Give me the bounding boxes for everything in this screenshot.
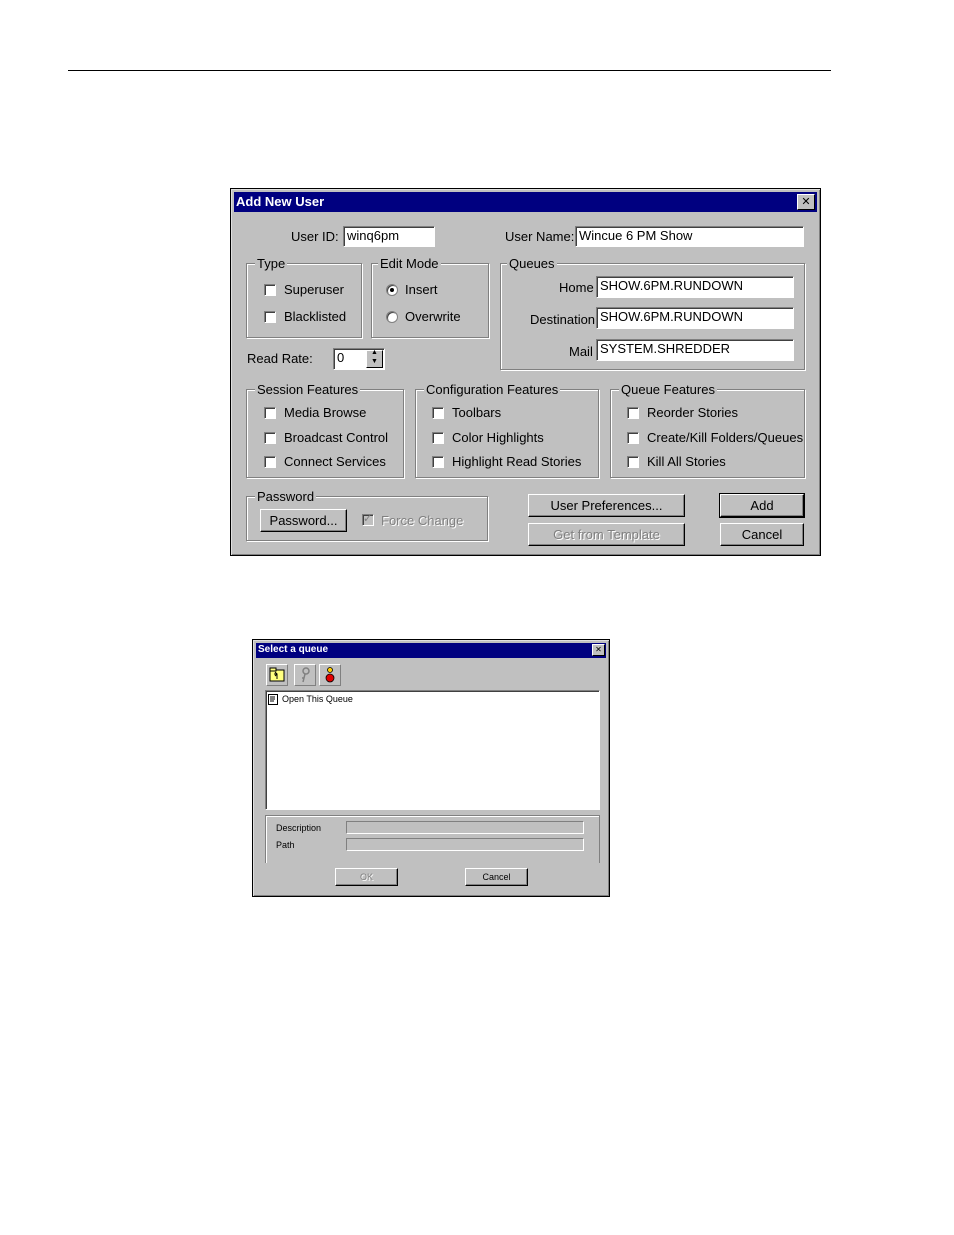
open-this-queue-label: Open This Queue [282, 694, 353, 704]
media-browse-checkbox[interactable] [264, 407, 276, 419]
type-group: Type Superuser Blacklisted [246, 256, 362, 338]
path-field [346, 838, 584, 851]
get-from-template-button: Get from Template [528, 523, 685, 546]
add-new-user-dialog: Add New User ✕ User ID: winq6pm User Nam… [230, 188, 821, 556]
queue-features-group: Queue Features Reorder Stories Create/Ki… [610, 382, 805, 478]
user-name-input[interactable]: Wincue 6 PM Show [575, 226, 804, 247]
person-button[interactable] [319, 664, 341, 686]
user-id-label: User ID: [291, 229, 339, 244]
read-rate-spinner[interactable]: ▲ ▼ [366, 349, 383, 368]
user-id-input[interactable]: winq6pm [343, 226, 435, 247]
queues-group-title: Queues [507, 256, 557, 271]
select-queue-close-button[interactable]: ✕ [592, 644, 605, 656]
close-button[interactable]: ✕ [797, 194, 815, 210]
queues-group: Queues Home SHOW.6PM.RUNDOWN Destination… [500, 256, 805, 370]
connect-services-label: Connect Services [284, 454, 386, 469]
insert-label: Insert [405, 282, 438, 297]
highlight-read-stories-checkbox[interactable] [432, 456, 444, 468]
add-button[interactable]: Add [719, 493, 805, 518]
dialog-titlebar: Add New User ✕ [234, 192, 817, 212]
mail-queue-input[interactable]: SYSTEM.SHREDDER [596, 339, 794, 361]
media-browse-label: Media Browse [284, 405, 367, 420]
user-preferences-button[interactable]: User Preferences... [528, 494, 685, 517]
session-features-title: Session Features [255, 382, 361, 397]
force-change-label: Force Change [381, 513, 464, 528]
destination-label: Destination [530, 312, 596, 327]
select-queue-titlebar: Select a queue ✕ [256, 643, 606, 658]
destination-queue-input[interactable]: SHOW.6PM.RUNDOWN [596, 307, 794, 329]
overwrite-radio[interactable] [386, 311, 398, 323]
force-change-checkbox [362, 512, 374, 526]
kill-all-stories-checkbox[interactable] [627, 456, 639, 468]
path-label: Path [276, 840, 295, 850]
cancel-button[interactable]: Cancel [720, 523, 804, 546]
configuration-features-group: Configuration Features Toolbars Color Hi… [415, 382, 599, 478]
color-highlights-label: Color Highlights [452, 430, 544, 445]
blacklisted-checkbox[interactable] [264, 311, 276, 323]
superuser-label: Superuser [284, 282, 344, 297]
type-group-title: Type [255, 256, 288, 271]
configuration-features-title: Configuration Features [424, 382, 561, 397]
highlight-read-stories-label: Highlight Read Stories [452, 454, 582, 469]
home-queue-input[interactable]: SHOW.6PM.RUNDOWN [596, 276, 794, 298]
edit-mode-group: Edit Mode Insert Overwrite [371, 256, 489, 338]
mail-label: Mail [569, 344, 593, 359]
reorder-stories-label: Reorder Stories [647, 405, 739, 420]
edit-mode-group-title: Edit Mode [378, 256, 441, 271]
password-group: Password Password... Force Change [246, 489, 488, 541]
folder-up-icon [269, 667, 285, 682]
connect-services-checkbox[interactable] [264, 456, 276, 468]
reorder-stories-checkbox[interactable] [627, 407, 639, 419]
kill-all-stories-label: Kill All Stories [647, 454, 726, 469]
blacklisted-label: Blacklisted [284, 309, 347, 324]
queue-info-group: Description Path [265, 815, 600, 863]
queue-list[interactable]: Open This Queue [265, 690, 600, 810]
create-kill-folders-checkbox[interactable] [627, 432, 639, 444]
document-icon [268, 694, 278, 705]
folder-up-button[interactable] [266, 664, 288, 686]
select-queue-cancel-button[interactable]: Cancel [465, 868, 528, 886]
person-icon [325, 667, 335, 683]
description-label: Description [276, 823, 322, 833]
key-icon [302, 667, 310, 683]
superuser-checkbox[interactable] [264, 284, 276, 296]
toolbars-checkbox[interactable] [432, 407, 444, 419]
queue-features-title: Queue Features [619, 382, 717, 397]
insert-radio[interactable] [386, 284, 398, 296]
page-rule [68, 70, 831, 71]
select-queue-dialog: Select a queue ✕ Open This Queue Descrip… [252, 639, 610, 897]
user-name-label: User Name: [505, 229, 575, 244]
broadcast-control-label: Broadcast Control [284, 430, 389, 445]
read-rate-label: Read Rate: [247, 351, 313, 366]
password-group-title: Password [255, 489, 317, 504]
session-features-group: Session Features Media Browse Broadcast … [246, 382, 404, 478]
close-icon: ✕ [595, 645, 602, 654]
select-queue-title: Select a queue [258, 644, 329, 655]
create-kill-folders-label: Create/Kill Folders/Queues [647, 430, 804, 445]
spin-down-icon: ▼ [371, 358, 378, 365]
home-label: Home [559, 280, 594, 295]
color-highlights-checkbox[interactable] [432, 432, 444, 444]
spin-up-icon: ▲ [371, 349, 378, 356]
key-button[interactable] [294, 664, 316, 686]
toolbars-label: Toolbars [452, 405, 502, 420]
close-icon: ✕ [801, 195, 811, 208]
overwrite-label: Overwrite [405, 309, 461, 324]
broadcast-control-checkbox[interactable] [264, 432, 276, 444]
dialog-title: Add New User [236, 194, 325, 209]
password-button[interactable]: Password... [260, 509, 347, 532]
description-field [346, 821, 584, 834]
ok-button: OK [335, 868, 398, 886]
